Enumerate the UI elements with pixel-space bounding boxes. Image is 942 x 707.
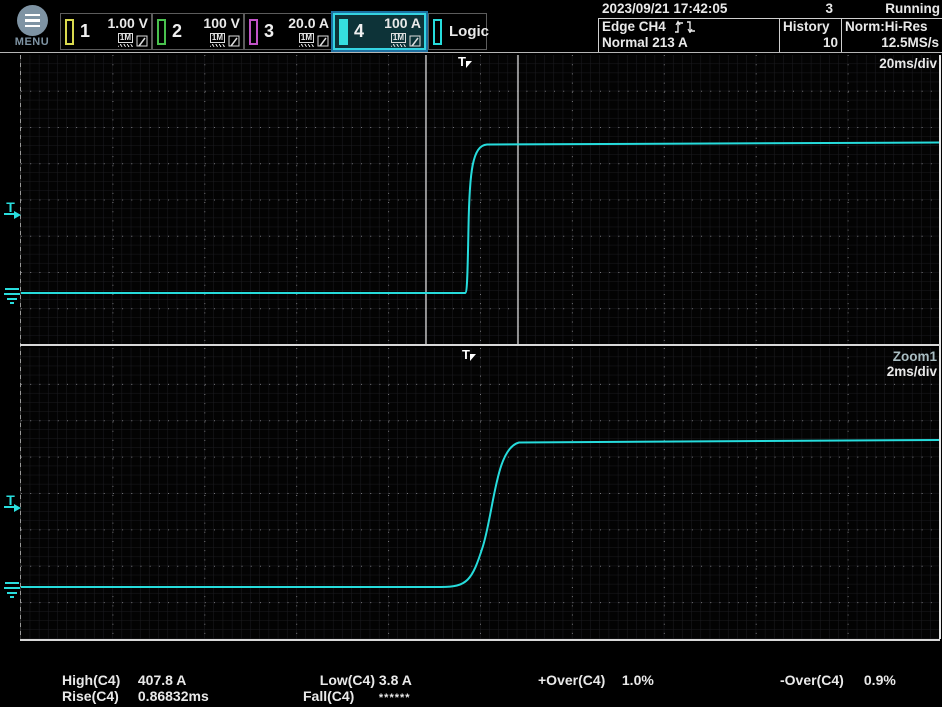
trigger-settings-cell[interactable]: Edge CH4 Normal 213 A [599, 19, 780, 52]
menu-button-label: MENU [6, 36, 58, 48]
trigger-type: Edge CH4 [602, 19, 666, 34]
graticule-right-edge [939, 55, 941, 639]
sample-rate: 12.5MS/s [845, 35, 939, 51]
status-info-panel: 2023/09/21 17:42:05 3 Running Edge CH4 N… [598, 1, 942, 52]
trigger-mode-level: Normal 213 A [602, 35, 776, 51]
input-impedance-icon: 1M [299, 33, 314, 47]
topbar-divider [0, 52, 942, 53]
measurement-label: +Over(C4) [538, 673, 618, 689]
acquisition-mode: Norm:Hi-Res [845, 19, 939, 35]
hamburger-icon [17, 5, 48, 36]
logic-button[interactable]: Logic [428, 13, 487, 50]
measurement-value: 1.0% [622, 672, 654, 688]
probe-icon [136, 35, 148, 47]
probe-icon [317, 35, 329, 47]
channel-3-color-bracket [249, 19, 258, 45]
probe-icon [409, 35, 421, 47]
channel-4-button-selected[interactable]: 4 100 A 1M [333, 13, 426, 50]
zoom-window-label: Zoom1 [893, 349, 937, 364]
history-cell[interactable]: History 10 [780, 19, 842, 52]
falling-edge-icon [686, 20, 696, 33]
measurement-value: 407.8 A [138, 672, 187, 688]
trigger-level-marker-main[interactable]: T [4, 201, 22, 221]
measurement-high-rise: High(C4) 407.8 A Rise(C4) 0.86832ms [62, 673, 209, 704]
measurement-label: -Over(C4) [780, 673, 860, 689]
logic-color-bracket [433, 19, 442, 45]
ground-level-marker-zoom[interactable] [3, 581, 21, 599]
channel-4-number: 4 [354, 21, 364, 42]
trigger-position-marker-main[interactable]: T [458, 55, 472, 68]
datetime: 2023/09/21 17:42:05 [602, 1, 727, 16]
input-impedance-icon: 1M [391, 33, 406, 47]
channel-2-scale: 100 V [203, 15, 240, 31]
logic-label: Logic [449, 23, 489, 40]
channel-3-button[interactable]: 3 20.0 A 1M [244, 13, 333, 50]
channel-2-color-bracket [157, 19, 166, 45]
measurement-neg-overshoot: -Over(C4) 0.9% [780, 673, 896, 689]
acquisition-cell[interactable]: Norm:Hi-Res 12.5MS/s [842, 19, 942, 52]
measurement-pos-overshoot: +Over(C4) 1.0% [538, 673, 654, 689]
graticule-divider-ruler [20, 344, 940, 346]
measurement-value: 0.9% [864, 672, 896, 688]
channel-3-scale: 20.0 A [288, 15, 329, 31]
channel-3-number: 3 [264, 21, 274, 42]
channel-2-number: 2 [172, 21, 182, 42]
channel-4-color-bracket [339, 19, 348, 45]
acquisition-count: 3 [793, 1, 833, 16]
main-waveform-plot [21, 55, 940, 345]
measurement-value: 3.8 A [379, 672, 412, 688]
measurement-label: High(C4) [62, 673, 134, 689]
input-impedance-icon: 1M [118, 33, 133, 47]
probe-icon [228, 35, 240, 47]
channel-1-button[interactable]: 1 1.00 V 1M [60, 13, 152, 50]
menu-button[interactable]: MENU [6, 3, 58, 51]
history-value: 10 [783, 35, 838, 51]
channel-2-button[interactable]: 2 100 V 1M [152, 13, 244, 50]
channel-1-color-bracket [65, 19, 74, 45]
measurement-value: ****** [379, 692, 411, 704]
input-impedance-icon: 1M [210, 33, 225, 47]
measurement-low-fall: Low(C4) 3.8 A Fall(C4) ****** [303, 673, 412, 706]
rising-edge-icon [674, 20, 684, 33]
zoom-timebase-label: 2ms/div [887, 364, 937, 379]
main-waveform-area [21, 55, 940, 345]
graticule-bottom-edge [20, 639, 940, 641]
graticule-left-edge [20, 55, 21, 639]
measurement-label: Fall(C4) [303, 689, 375, 705]
main-timebase-label: 20ms/div [879, 56, 937, 71]
channel-1-number: 1 [80, 21, 90, 42]
zoom-waveform-plot [21, 348, 940, 639]
ground-level-marker-main[interactable] [3, 287, 21, 305]
history-label: History [783, 19, 838, 35]
trigger-position-marker-zoom[interactable]: T [462, 348, 476, 361]
channel-1-scale: 1.00 V [108, 15, 148, 31]
trigger-level-marker-zoom[interactable]: T [4, 494, 22, 514]
channel-4-scale: 100 A [384, 15, 421, 31]
status-row: 2023/09/21 17:42:05 3 Running [598, 1, 942, 18]
measurement-value: 0.86832ms [138, 688, 209, 704]
zoom-waveform-area [21, 348, 940, 639]
run-status: Running [885, 1, 940, 16]
measurement-label: Rise(C4) [62, 689, 134, 705]
oscilloscope-screen: { "menu": { "label": "MENU" }, "channels… [0, 0, 942, 707]
measurement-label: Low(C4) [303, 673, 375, 689]
